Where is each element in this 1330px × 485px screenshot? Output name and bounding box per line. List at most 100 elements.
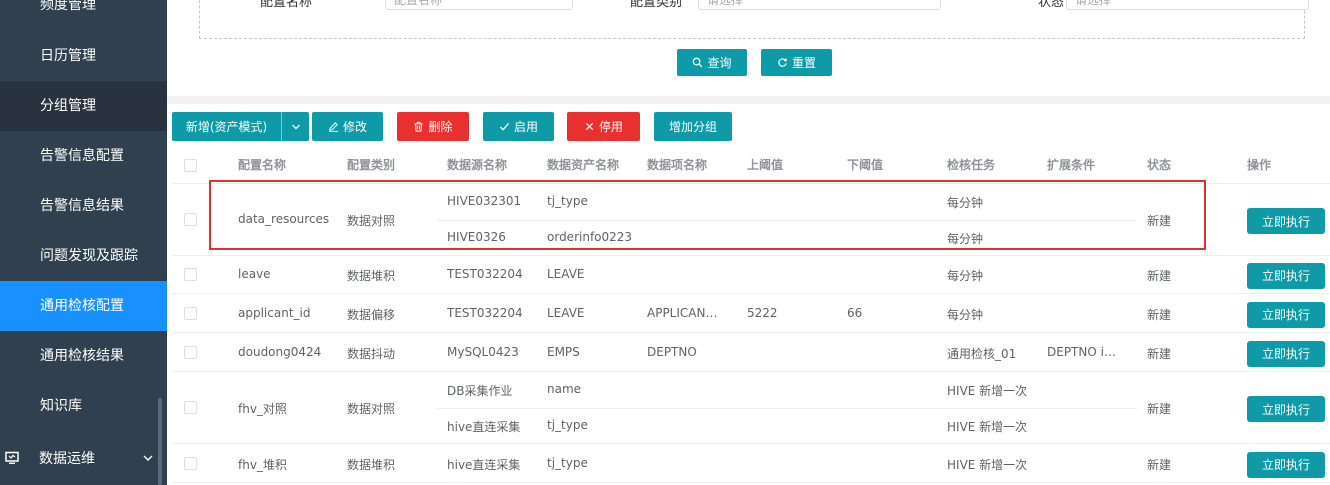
row-checkbox[interactable] <box>184 213 197 226</box>
execute-now-button[interactable]: 立即执行 <box>1247 208 1325 234</box>
cell-config-category: 数据对照 <box>347 402 396 416</box>
cell-status: 新建 <box>1147 346 1172 361</box>
sidebar-item-label: 分组管理 <box>40 98 96 114</box>
table-row: fhv_堆积 数据堆积 新建 hive直连采集 tj_type HIVE 新增一次 立即执行 <box>172 444 1330 483</box>
cell-config-category: 数据堆积 <box>347 457 396 472</box>
execute-now-button[interactable]: 立即执行 <box>1247 340 1325 367</box>
sidebar-scrollbar[interactable] <box>158 398 162 485</box>
table-row: doudong0424 数据抖动 新建 MySQL0423 EMPS DEPTNO 通用检核… <box>172 333 1330 372</box>
sidebar-item-general-check-config[interactable]: 通用检核配置 <box>0 281 167 331</box>
cell-task: HIVE 新增一次 <box>947 384 1028 398</box>
disable-button-label: 停用 <box>598 120 623 134</box>
status-select[interactable]: 请选择 <box>1066 0 1309 10</box>
sidebar-item-label: 频度管理 <box>40 0 96 13</box>
edit-icon <box>328 122 339 132</box>
cell-source: TEST032204 <box>447 266 523 281</box>
cell-status: 新建 <box>1147 268 1172 283</box>
delete-button[interactable]: 删除 <box>397 112 469 141</box>
row-checkbox[interactable] <box>184 267 197 281</box>
add-asset-mode-button[interactable]: 新增(资产模式) <box>172 112 281 141</box>
sidebar-group-label: 数据运维 <box>39 451 95 467</box>
cell-status: 新建 <box>1147 402 1172 416</box>
header-config-name: 配置名称 <box>238 158 287 172</box>
header-asset-name: 数据资产名称 <box>547 158 620 172</box>
cell-source: HIVE032301 <box>447 194 522 208</box>
cell-task: HIVE 新增一次 <box>947 457 1028 472</box>
row-checkbox[interactable] <box>184 401 197 414</box>
config-category-select[interactable]: 请选择 <box>698 0 941 10</box>
monitor-icon <box>5 451 19 464</box>
add-group-button[interactable]: 增加分组 <box>654 112 732 141</box>
config-name-label: 配置名称 <box>260 0 313 10</box>
enable-button[interactable]: 启用 <box>483 112 554 141</box>
cell-asset: LEAVE <box>547 305 585 320</box>
status-label: 状态 <box>1038 0 1065 10</box>
cell-config-name: doudong0424 <box>238 344 322 359</box>
sidebar-item-alert-config[interactable]: 告警信息配置 <box>0 131 167 181</box>
cell-config-category: 数据抖动 <box>347 346 396 361</box>
cell-source: TEST032204 <box>447 305 523 320</box>
add-button-label: 新增(资产模式) <box>185 120 268 134</box>
cell-source: hive直连采集 <box>447 457 521 472</box>
execute-now-button[interactable]: 立即执行 <box>1247 301 1325 328</box>
sub-row-divider <box>437 220 1137 221</box>
config-name-input[interactable]: 配置名称 <box>385 0 573 10</box>
trash-icon <box>414 121 424 132</box>
cell-task: 每分钟 <box>947 307 984 322</box>
add-asset-mode-split-button: 新增(资产模式) <box>172 112 309 141</box>
add-dropdown-toggle[interactable] <box>281 112 309 141</box>
query-button[interactable]: 查询 <box>677 49 747 76</box>
sidebar-item-calendar[interactable]: 日历管理 <box>0 31 167 81</box>
table-row: leave 数据堆积 新建 TEST032204 LEAVE 每分钟 立即执行 <box>172 255 1330 294</box>
sidebar-item-general-check-results[interactable]: 通用检核结果 <box>0 331 167 381</box>
enable-button-label: 启用 <box>513 120 538 134</box>
cell-source: MySQL0423 <box>447 344 519 359</box>
config-category-label: 配置类别 <box>630 0 683 10</box>
cell-upper: 5222 <box>747 305 778 320</box>
row-checkbox[interactable] <box>184 345 197 359</box>
header-check-task: 检核任务 <box>947 158 996 172</box>
execute-now-button[interactable]: 立即执行 <box>1247 396 1325 422</box>
search-icon <box>693 57 703 68</box>
cell-source: DB采集作业 <box>447 384 513 398</box>
cell-config-category: 数据偏移 <box>347 307 396 322</box>
select-all-checkbox[interactable] <box>184 159 197 172</box>
table-panel: 新增(资产模式) 修改 删除 启用 停用 增加分组 配置名称 配置类别 数据源名… <box>167 104 1330 485</box>
sidebar-item-groups[interactable]: 分组管理 <box>0 81 167 131</box>
header-extended-condition: 扩展条件 <box>1047 158 1096 172</box>
cell-config-category: 数据堆积 <box>347 268 396 283</box>
header-config-category: 配置类别 <box>347 158 396 172</box>
sidebar-item-alert-results[interactable]: 告警信息结果 <box>0 181 167 231</box>
sidebar-item-issue-tracking[interactable]: 问题发现及跟踪 <box>0 231 167 281</box>
cell-task: 每分钟 <box>947 196 984 210</box>
chevron-down-icon <box>143 455 153 461</box>
execute-now-button[interactable]: 立即执行 <box>1247 262 1325 289</box>
sidebar: 频度管理 日历管理 分组管理 告警信息配置 告警信息结果 问题发现及跟踪 通用检… <box>0 0 167 485</box>
execute-now-button[interactable]: 立即执行 <box>1247 451 1325 478</box>
sidebar-item-frequency[interactable]: 频度管理 <box>0 0 167 30</box>
row-checkbox[interactable] <box>184 306 197 320</box>
cell-task: 通用检核_01 <box>947 346 1017 361</box>
reset-button-label: 重置 <box>791 56 816 70</box>
edit-button-label: 修改 <box>342 120 367 134</box>
cell-asset: tj_type <box>547 194 588 208</box>
sidebar-group-data-ops[interactable]: 数据运维 <box>0 434 167 484</box>
disable-button[interactable]: 停用 <box>567 112 640 141</box>
edit-button[interactable]: 修改 <box>312 112 383 141</box>
search-panel: 配置名称 配置名称 配置类别 请选择 状态 请选择 查询 重置 <box>167 0 1330 96</box>
delete-button-label: 删除 <box>428 120 453 134</box>
reset-button[interactable]: 重置 <box>761 49 832 76</box>
cell-lower: 66 <box>847 305 863 320</box>
cell-asset: name <box>547 382 582 396</box>
cell-config-category: 数据对照 <box>347 214 396 228</box>
cell-status: 新建 <box>1147 457 1172 472</box>
main-content: 配置名称 配置名称 配置类别 请选择 状态 请选择 查询 重置 新增(资产模式)… <box>167 0 1330 485</box>
sidebar-item-knowledge-base[interactable]: 知识库 <box>0 381 167 431</box>
row-checkbox[interactable] <box>184 456 197 470</box>
table-row: data_resources 数据对照 新建 HIVE032301 tj_type 每分钟… <box>172 184 1330 256</box>
cell-ext: DEPTNO is not null <box>1047 344 1122 359</box>
header-lower-threshold: 下阈值 <box>847 158 884 172</box>
cell-task: HIVE 新增一次 <box>947 420 1028 434</box>
header-item-name: 数据项名称 <box>647 158 708 172</box>
query-button-label: 查询 <box>707 56 732 70</box>
